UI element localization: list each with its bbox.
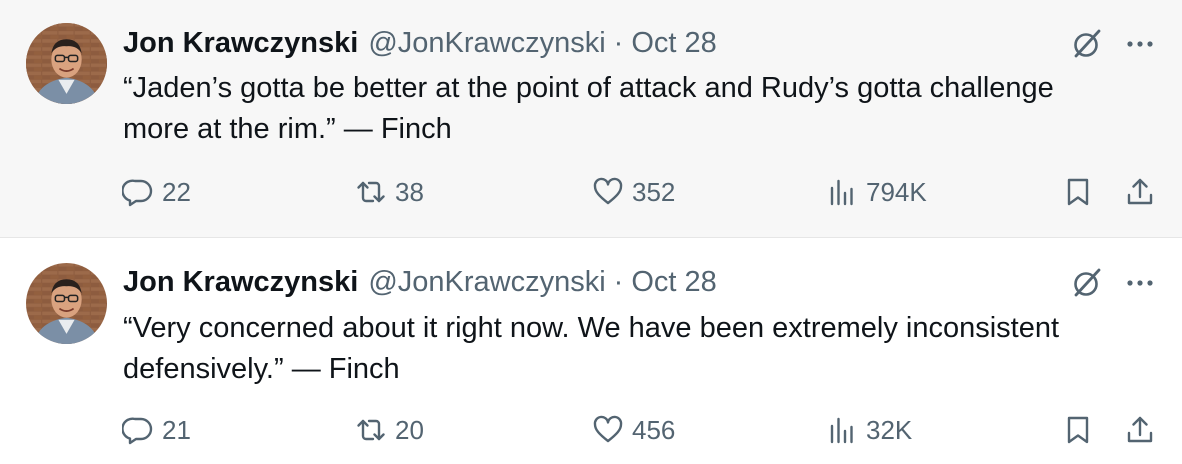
bookmark-button[interactable] (1062, 410, 1094, 450)
tweet[interactable]: Jon Krawczynski @JonKrawczynski · Oct 28… (0, 0, 1182, 238)
tweet[interactable]: Jon Krawczynski @JonKrawczynski · Oct 28… (0, 238, 1182, 464)
author-handle[interactable]: @JonKrawczynski (368, 266, 605, 299)
bar-chart-icon (830, 179, 853, 206)
share-button[interactable] (1124, 410, 1156, 450)
avatar-photo-icon (26, 23, 107, 104)
heart-icon (593, 415, 623, 443)
like-count: 352 (632, 176, 676, 207)
retweet-count: 20 (395, 414, 424, 445)
grok-slash-icon[interactable] (1070, 27, 1104, 61)
avatar-photo-icon (26, 263, 107, 344)
speech-bubble-icon (122, 179, 153, 207)
speech-bubble-icon (122, 417, 153, 445)
bookmark-icon (1067, 178, 1089, 206)
views-button[interactable]: 794K (826, 172, 927, 212)
reply-count: 22 (162, 176, 191, 207)
author-name[interactable]: Jon Krawczynski (123, 266, 358, 299)
avatar[interactable] (26, 23, 107, 104)
tweet-header: Jon Krawczynski @JonKrawczynski · Oct 28 (123, 26, 717, 60)
tweet-date[interactable]: Oct 28 (631, 266, 716, 299)
avatar[interactable] (26, 263, 107, 344)
like-button[interactable]: 456 (592, 410, 675, 450)
tweet-text: “Jaden’s gotta be better at the point of… (123, 72, 1054, 145)
author-handle[interactable]: @JonKrawczynski (368, 27, 605, 60)
share-upload-icon (1127, 416, 1153, 443)
like-count: 456 (632, 414, 676, 445)
three-dots-icon[interactable] (1120, 27, 1160, 61)
separator-dot: · (613, 26, 624, 59)
reply-button[interactable]: 21 (122, 410, 191, 450)
share-upload-icon (1127, 178, 1153, 205)
heart-icon (593, 177, 623, 205)
reply-button[interactable]: 22 (122, 172, 191, 212)
retweet-arrows-icon (357, 419, 385, 441)
tweet-header: Jon Krawczynski @JonKrawczynski · Oct 28 (123, 265, 717, 299)
view-count: 32K (866, 414, 913, 445)
separator-dot: · (613, 265, 624, 298)
bookmark-icon (1067, 416, 1089, 444)
tweet-text: “Very concerned about it right now. We h… (123, 312, 1060, 385)
views-button[interactable]: 32K (826, 410, 912, 450)
retweet-button[interactable]: 20 (355, 410, 424, 450)
share-button[interactable] (1124, 172, 1156, 212)
bar-chart-icon (830, 417, 853, 444)
grok-slash-icon[interactable] (1070, 266, 1104, 300)
tweet-date[interactable]: Oct 28 (631, 27, 716, 60)
view-count: 794K (866, 176, 927, 207)
like-button[interactable]: 352 (592, 172, 675, 212)
author-name[interactable]: Jon Krawczynski (123, 27, 358, 60)
bookmark-button[interactable] (1062, 172, 1094, 212)
reply-count: 21 (162, 414, 191, 445)
retweet-count: 38 (395, 176, 424, 207)
action-bar: 22 38 352 794K (0, 172, 1182, 212)
retweet-button[interactable]: 38 (355, 172, 424, 212)
retweet-arrows-icon (357, 181, 385, 203)
action-bar: 21 20 456 32K (0, 410, 1182, 450)
three-dots-icon[interactable] (1120, 266, 1160, 300)
tweet-feed: Jon Krawczynski @JonKrawczynski · Oct 28… (0, 0, 1182, 464)
